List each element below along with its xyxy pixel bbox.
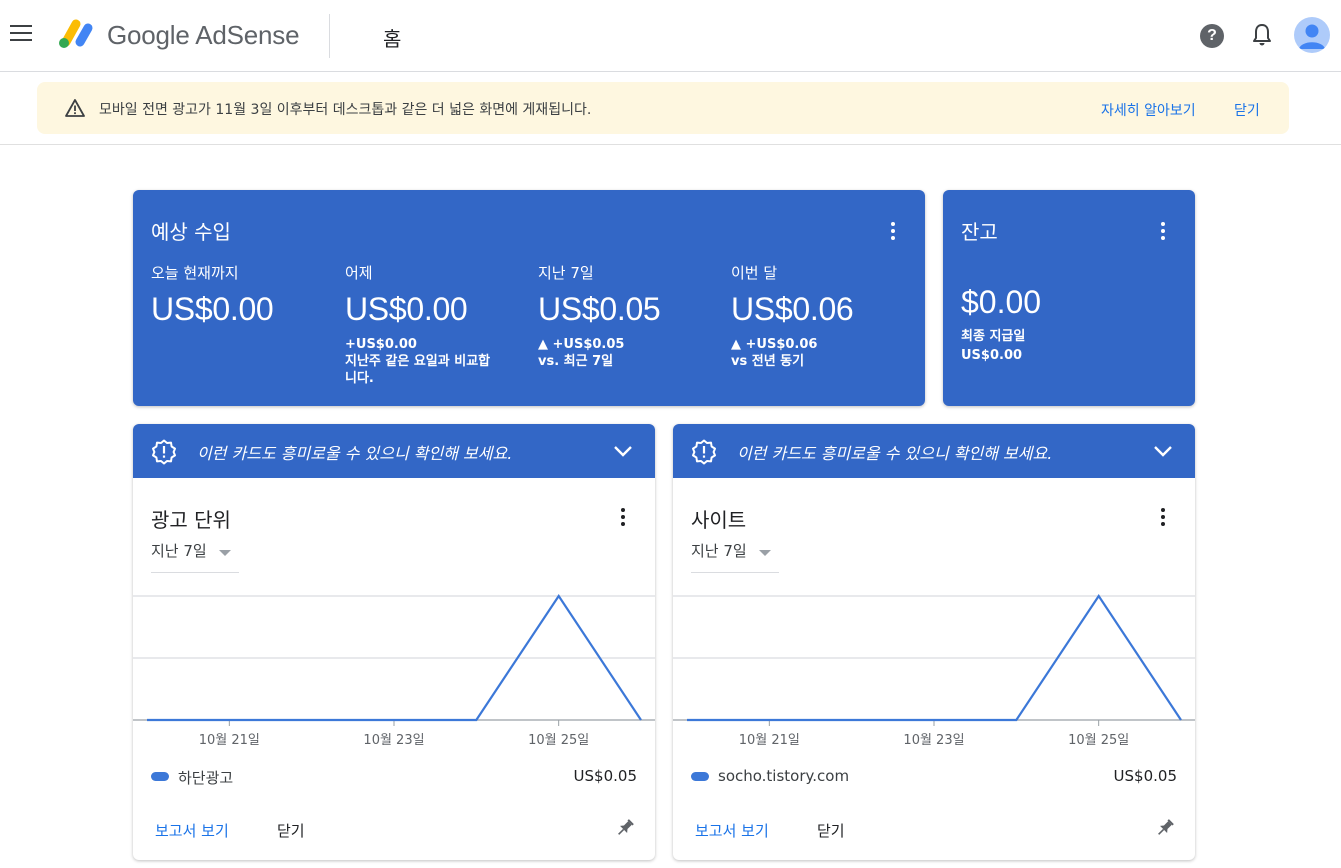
legend-value: US$0.05	[573, 767, 637, 785]
metric-label: 이번 달	[731, 264, 778, 282]
metric-last-7-days: 지난 7일 US$0.05 ▲ +US$0.05 vs. 최근 7일	[538, 262, 718, 370]
legend-row: 하단광고 US$0.05	[151, 766, 637, 788]
adsense-logo-icon	[59, 19, 93, 48]
pin-icon[interactable]	[613, 816, 637, 840]
date-range-select[interactable]: 지난 7일	[691, 540, 779, 573]
metric-this-month: 이번 달 US$0.06 ▲ +US$0.06 vs 전년 동기	[731, 262, 911, 370]
comparison-line: +US$0.00	[345, 337, 417, 352]
comparison-line: ▲ +US$0.05	[538, 337, 625, 352]
date-range-value: 지난 7일	[151, 542, 207, 560]
metric-label: 어제	[345, 264, 373, 282]
more-vert-icon[interactable]	[1159, 508, 1167, 530]
legend-name: 하단광고	[178, 769, 234, 787]
new-releases-icon	[692, 439, 716, 465]
metric-value: US$0.06	[731, 291, 854, 327]
menu-icon[interactable]	[10, 25, 32, 43]
account-avatar[interactable]	[1294, 17, 1330, 53]
chevron-down-icon[interactable]	[1151, 442, 1175, 460]
date-range-value: 지난 7일	[691, 542, 747, 560]
balance-card: 잔고 $0.00 최종 지급일 US$0.00	[943, 190, 1195, 406]
x-tick-label: 10월 21일	[739, 733, 800, 748]
card-actions: 보고서 보기 닫기	[133, 814, 655, 844]
comparison-line: 지난주 같은 요일과 비교합	[345, 354, 491, 369]
close-card-button[interactable]: 닫기	[277, 820, 305, 841]
metric-comparison: ▲ +US$0.05 vs. 최근 7일	[538, 336, 718, 370]
x-tick-label: 10월 21일	[199, 733, 260, 748]
notification-bell-icon[interactable]	[1250, 22, 1274, 48]
ad-units-card: 이런 카드도 흥미로울 수 있으니 확인해 보세요. 광고 단위 지난 7일 1…	[133, 424, 655, 860]
card-title: 사이트	[691, 508, 747, 532]
x-tick-label: 10월 25일	[528, 733, 589, 748]
chevron-down-icon[interactable]	[611, 442, 635, 460]
warning-icon	[65, 99, 85, 117]
page-divider	[0, 144, 1341, 145]
suggestion-text: 이런 카드도 흥미로울 수 있으니 확인해 보세요.	[197, 444, 513, 463]
page-title: 홈	[383, 27, 402, 51]
metric-label: 지난 7일	[538, 264, 594, 282]
legend-name: socho.tistory.com	[718, 767, 850, 785]
comparison-line: vs 전년 동기	[731, 354, 805, 369]
legend-swatch	[691, 772, 709, 781]
close-card-button[interactable]: 닫기	[817, 820, 845, 841]
suggestion-text: 이런 카드도 흥미로울 수 있으니 확인해 보세요.	[737, 444, 1053, 463]
pin-icon[interactable]	[1153, 816, 1177, 840]
metric-label: 오늘 현재까지	[151, 264, 239, 282]
last-payment: 최종 지급일 US$0.00	[961, 327, 1025, 365]
header-divider	[329, 14, 330, 58]
metric-today: 오늘 현재까지 US$0.00	[151, 262, 331, 328]
announcement-banner: 모바일 전면 광고가 11월 3일 이후부터 데스크톱과 같은 더 넓은 화면에…	[37, 82, 1289, 134]
last-payment-value: US$0.00	[961, 348, 1023, 363]
learn-more-link[interactable]: 자세히 알아보기	[1101, 100, 1196, 120]
card-title: 예상 수입	[151, 220, 231, 244]
balance-value: $0.00	[961, 284, 1042, 320]
person-icon	[1299, 24, 1325, 49]
help-icon[interactable]: ?	[1200, 24, 1224, 48]
metric-value: US$0.00	[151, 291, 274, 327]
view-report-button[interactable]: 보고서 보기	[155, 820, 229, 841]
sites-card: 이런 카드도 흥미로울 수 있으니 확인해 보세요. 사이트 지난 7일 10월…	[673, 424, 1195, 860]
comparison-line: 니다.	[345, 371, 374, 386]
legend-value: US$0.05	[1113, 767, 1177, 785]
line-chart: 10월 21일 10월 23일 10월 25일	[673, 594, 1195, 748]
more-vert-icon[interactable]	[619, 508, 627, 530]
dropdown-caret-icon	[759, 550, 771, 556]
metric-comparison: +US$0.00 지난주 같은 요일과 비교합 니다.	[345, 336, 525, 387]
x-tick-label: 10월 23일	[903, 733, 964, 748]
last-payment-label: 최종 지급일	[961, 329, 1026, 344]
line-chart: 10월 21일 10월 23일 10월 25일	[133, 594, 655, 748]
metric-yesterday: 어제 US$0.00 +US$0.00 지난주 같은 요일과 비교합 니다.	[345, 262, 525, 387]
more-vert-icon[interactable]	[1159, 222, 1167, 244]
legend-swatch	[151, 772, 169, 781]
x-tick-label: 10월 25일	[1068, 733, 1129, 748]
comparison-line: vs. 최근 7일	[538, 354, 614, 369]
new-releases-icon	[152, 439, 176, 465]
view-report-button[interactable]: 보고서 보기	[695, 820, 769, 841]
card-suggestion-header[interactable]: 이런 카드도 흥미로울 수 있으니 확인해 보세요.	[673, 424, 1195, 478]
card-suggestion-header[interactable]: 이런 카드도 흥미로울 수 있으니 확인해 보세요.	[133, 424, 655, 478]
legend-row: socho.tistory.com US$0.05	[691, 766, 1177, 788]
banner-dismiss-button[interactable]: 닫기	[1234, 100, 1260, 120]
comparison-line: ▲ +US$0.06	[731, 337, 818, 352]
date-range-select[interactable]: 지난 7일	[151, 540, 239, 573]
metric-comparison: ▲ +US$0.06 vs 전년 동기	[731, 336, 911, 370]
card-title: 잔고	[961, 220, 998, 244]
card-title: 광고 단위	[151, 508, 231, 532]
card-actions: 보고서 보기 닫기	[673, 814, 1195, 844]
dropdown-caret-icon	[219, 550, 231, 556]
banner-message: 모바일 전면 광고가 11월 3일 이후부터 데스크톱과 같은 더 넓은 화면에…	[99, 102, 592, 118]
top-app-bar: Google AdSense 홈 ?	[0, 0, 1341, 72]
metric-value: US$0.00	[345, 291, 468, 327]
more-vert-icon[interactable]	[889, 222, 897, 244]
brand-name: Google AdSense	[107, 20, 300, 50]
estimated-earnings-card: 예상 수입 오늘 현재까지 US$0.00 어제 US$0.00 +US$0.0…	[133, 190, 925, 406]
metric-value: US$0.05	[538, 291, 661, 327]
x-tick-label: 10월 23일	[363, 733, 424, 748]
